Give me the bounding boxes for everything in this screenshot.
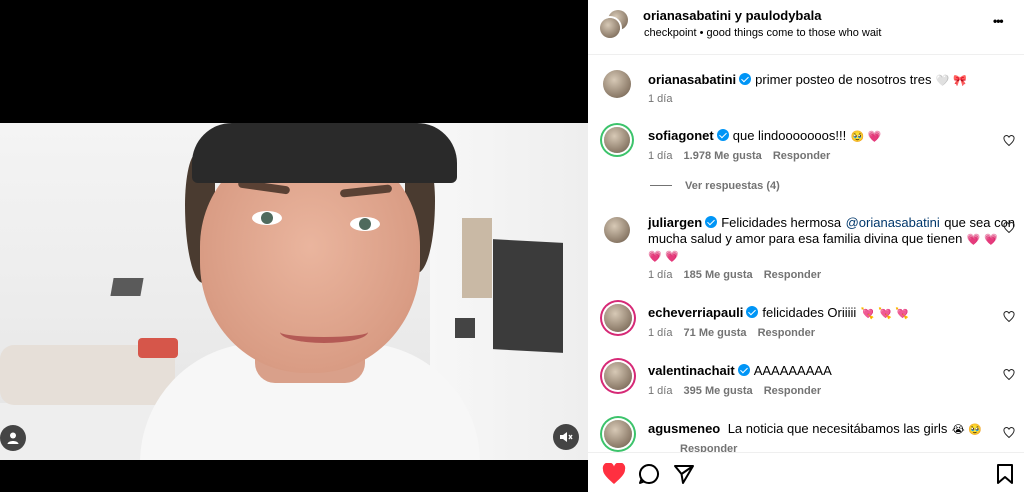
bookmark-icon[interactable] (996, 463, 1014, 485)
post-header: orianasabatini y paulodybala checkpoint … (588, 0, 1024, 55)
action-bar (588, 452, 1024, 492)
reply-button[interactable]: Responder (764, 269, 821, 281)
comment-icon[interactable] (638, 463, 660, 485)
username[interactable]: juliargen (648, 215, 702, 230)
heart-icon[interactable] (1003, 222, 1015, 234)
comment-text: que lindooooooos!!! (732, 128, 847, 143)
post-authors[interactable]: orianasabatini y paulodybala (643, 8, 821, 23)
comment-emoji: 💘 💘 💘 (860, 307, 909, 320)
mention-link[interactable]: @orianasabatini (846, 215, 940, 230)
timestamp: 1 día (648, 385, 673, 397)
username[interactable]: orianasabatini (648, 72, 736, 87)
reply-button[interactable]: Responder (773, 150, 830, 162)
replies-divider (650, 185, 672, 186)
caption-emoji: 🤍 🎀 (935, 74, 967, 87)
mouth (280, 321, 368, 343)
avatar[interactable] (604, 217, 630, 243)
avatar[interactable] (600, 18, 620, 38)
heart-icon[interactable] (1003, 135, 1015, 147)
lamp (110, 278, 144, 296)
eye (252, 211, 282, 225)
timestamp: 1 día (648, 93, 673, 105)
heart-icon[interactable] (602, 463, 626, 485)
heart-icon[interactable] (1003, 311, 1015, 323)
eyebrow (339, 184, 393, 198)
caption-text: primer posteo de nosotros tres (755, 72, 932, 87)
username[interactable]: echeverriapauli (648, 305, 743, 320)
mute-button[interactable] (553, 424, 579, 450)
television (493, 239, 563, 353)
comment-emoji: 💗 💗 (966, 233, 998, 246)
eye (350, 217, 380, 231)
like-count[interactable]: 1.978 Me gusta (684, 150, 762, 162)
comment-text: felicidades Oriiiii (762, 305, 857, 320)
reply-button[interactable]: Responder (764, 385, 821, 397)
heart-icon[interactable] (1003, 427, 1015, 439)
comment-text: La noticia que necesitábamos las girls (727, 421, 948, 436)
verified-icon (739, 73, 752, 85)
more-icon[interactable]: ••• (993, 14, 1004, 28)
comment-text: Felicidades hermosa (721, 215, 842, 230)
avatar[interactable] (604, 420, 632, 448)
avatar[interactable] (604, 362, 632, 390)
mute-icon (560, 432, 573, 442)
tagged-users-button[interactable] (0, 425, 26, 451)
verified-icon (705, 216, 718, 228)
shelf (462, 218, 492, 298)
person-face (140, 123, 480, 460)
username[interactable]: valentinachait (648, 363, 735, 378)
timestamp: 1 día (648, 150, 673, 162)
reply-button[interactable]: Responder (758, 327, 815, 339)
like-count[interactable]: 395 Me gusta (684, 385, 753, 397)
comment-text: mucha salud y amor para esa familia divi… (648, 231, 963, 246)
like-count[interactable]: 71 Me gusta (684, 327, 747, 339)
cap (192, 123, 457, 183)
avatar[interactable] (604, 304, 632, 332)
view-replies-button[interactable]: Ver respuestas (4) (685, 180, 780, 192)
avatar[interactable] (603, 70, 631, 98)
cushion (138, 338, 178, 358)
avatar[interactable] (604, 127, 630, 153)
comment-emoji: 😭 🥹 (951, 423, 982, 436)
verified-icon (716, 129, 729, 141)
username[interactable]: agusmeneo (648, 421, 720, 436)
comment-emoji: 💗 💗 (648, 250, 679, 263)
timestamp: 1 día (648, 327, 673, 339)
audio-track[interactable]: checkpoint • good things come to those w… (644, 27, 881, 39)
like-count[interactable]: 185 Me gusta (684, 269, 753, 281)
user-icon (7, 432, 19, 444)
timestamp: 1 día (648, 269, 673, 281)
comment-text: AAAAAAAAA (753, 363, 832, 378)
post-sidebar: orianasabatini y paulodybala checkpoint … (588, 0, 1024, 492)
username[interactable]: sofiagonet (648, 128, 714, 143)
verified-icon (746, 306, 759, 318)
comment-emoji: 🥹 💗 (850, 130, 882, 143)
share-icon[interactable] (673, 463, 695, 485)
post-media[interactable] (0, 0, 588, 492)
speaker (455, 318, 475, 338)
verified-icon (737, 364, 750, 376)
heart-icon[interactable] (1003, 369, 1015, 381)
video-frame[interactable] (0, 123, 588, 460)
